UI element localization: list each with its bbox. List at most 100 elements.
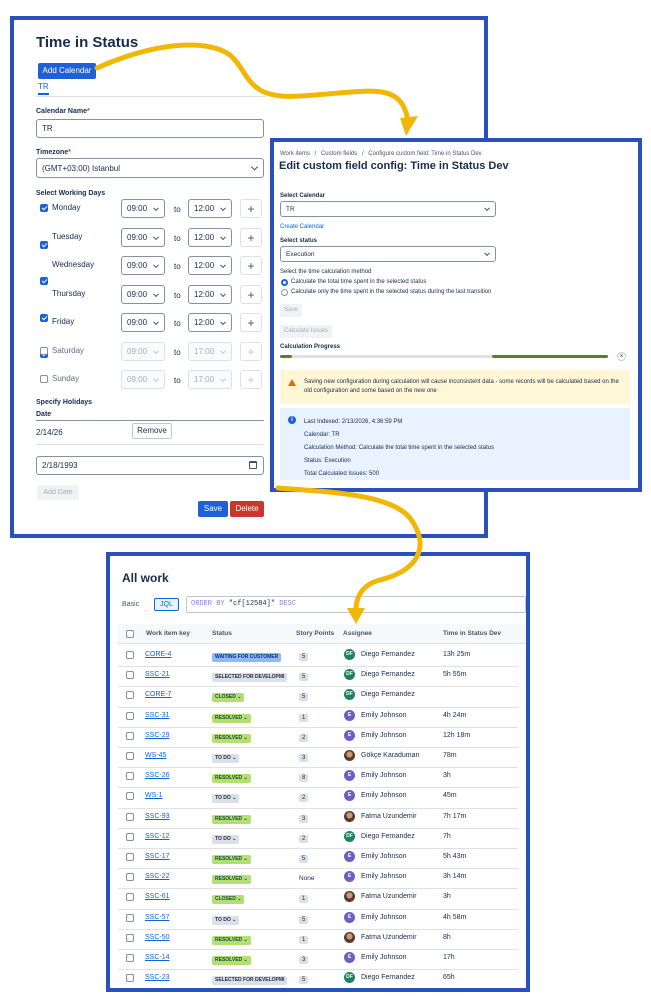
assignee-name[interactable]: Emily Johnson xyxy=(361,792,407,799)
row-checkbox[interactable] xyxy=(126,792,134,801)
row-checkbox[interactable] xyxy=(126,651,134,659)
create-calendar-link[interactable]: Create Calendar xyxy=(280,224,324,230)
row-checkbox[interactable] xyxy=(126,893,134,902)
day-checkbox[interactable] xyxy=(40,241,48,249)
start-time-select[interactable]: 09:00 xyxy=(121,370,165,389)
assignee-name[interactable]: Emily Johnson xyxy=(361,732,407,739)
work-item-key-link[interactable]: SSC-93 xyxy=(145,813,170,820)
row-checkbox[interactable] xyxy=(126,772,134,781)
row-checkbox[interactable] xyxy=(126,671,134,680)
day-checkbox[interactable] xyxy=(40,204,48,212)
row-checkbox[interactable] xyxy=(126,873,134,882)
row-checkbox[interactable] xyxy=(126,913,134,922)
cancel-calculation-icon[interactable]: × xyxy=(617,352,626,361)
work-item-key-link[interactable]: SSC-23 xyxy=(145,974,170,981)
status-lozenge[interactable]: RESOLVED ⌄ xyxy=(212,713,251,723)
status-lozenge[interactable]: TO DO ⌄ xyxy=(212,794,240,804)
select-all-checkbox[interactable] xyxy=(126,630,134,638)
assignee-name[interactable]: Emily Johnson xyxy=(361,853,407,860)
add-time-range-icon[interactable]: + xyxy=(240,256,262,275)
row-checkbox[interactable] xyxy=(126,691,134,700)
add-time-range-icon[interactable]: + xyxy=(240,370,262,389)
work-item-key-link[interactable]: SSC-50 xyxy=(145,934,170,941)
day-checkbox[interactable] xyxy=(40,277,48,285)
config-save-button[interactable]: Save xyxy=(280,304,302,317)
basic-search-toggle[interactable]: Basic xyxy=(122,601,139,608)
status-lozenge[interactable]: TO DO ⌄ xyxy=(212,915,240,925)
day-checkbox[interactable] xyxy=(40,375,48,383)
work-item-key-link[interactable]: SSC-61 xyxy=(145,893,170,900)
status-select[interactable]: Execution xyxy=(280,246,496,262)
add-date-button[interactable]: Add Date xyxy=(37,485,79,500)
start-time-select[interactable]: 09:00 xyxy=(121,256,165,275)
column-header-status[interactable]: Status xyxy=(212,630,232,637)
work-item-key-link[interactable]: CORE-7 xyxy=(145,691,171,698)
day-checkbox[interactable] xyxy=(40,347,48,355)
jql-query-input[interactable]: ORDER BY "cf[12584]" DESC xyxy=(186,596,526,613)
assignee-name[interactable]: Emily Johnson xyxy=(361,873,407,880)
work-item-key-link[interactable]: SSC-22 xyxy=(145,873,170,880)
save-button[interactable]: Save xyxy=(198,501,228,517)
start-time-select[interactable]: 09:00 xyxy=(121,342,165,361)
status-lozenge[interactable]: TO DO ⌄ xyxy=(212,834,240,844)
assignee-name[interactable]: Diego Fernandez xyxy=(361,671,415,678)
status-lozenge[interactable]: RESOLVED ⌄ xyxy=(212,733,251,743)
status-lozenge[interactable]: WAITING FOR CUSTOMER xyxy=(212,653,282,662)
assignee-name[interactable]: Diego Fernandez xyxy=(361,651,415,658)
tab-tr[interactable]: TR xyxy=(38,82,49,95)
assignee-name[interactable]: Emily Johnson xyxy=(361,772,407,779)
status-lozenge[interactable]: RESOLVED ⌄ xyxy=(212,956,251,965)
assignee-name[interactable]: Diego Fernandez xyxy=(361,974,415,981)
timezone-select[interactable]: (GMT+03:00) Istanbul xyxy=(36,158,264,178)
assignee-name[interactable]: Emily Johnson xyxy=(361,914,407,921)
status-lozenge[interactable]: RESOLVED ⌄ xyxy=(212,814,251,824)
assignee-name[interactable]: Emily Johnson xyxy=(361,712,407,719)
assignee-name[interactable]: Fatma Uzundemir xyxy=(361,934,417,941)
remove-holiday-button[interactable]: Remove xyxy=(132,423,172,439)
row-checkbox[interactable] xyxy=(126,812,134,821)
status-lozenge[interactable]: RESOLVED ⌄ xyxy=(212,774,251,784)
status-lozenge[interactable]: SELECTED FOR DEVELOPMI xyxy=(212,673,288,683)
column-header-story-points[interactable]: Story Points xyxy=(296,630,334,637)
add-time-range-icon[interactable]: + xyxy=(240,342,262,361)
breadcrumb-item-configure[interactable]: Configure custom field: Time in Status D… xyxy=(368,151,481,157)
calendar-name-input[interactable]: TR xyxy=(36,119,264,138)
assignee-name[interactable]: Fatma Uzundemir xyxy=(361,813,417,820)
row-checkbox[interactable] xyxy=(126,853,134,861)
work-item-key-link[interactable]: SSC-17 xyxy=(145,853,170,860)
column-header-assignee[interactable]: Assignee xyxy=(343,630,372,637)
end-time-select[interactable]: 12:00 xyxy=(188,313,232,332)
status-lozenge[interactable]: RESOLVED ⌄ xyxy=(212,935,251,945)
end-time-select[interactable]: 12:00 xyxy=(188,256,232,275)
work-item-key-link[interactable]: SSC-31 xyxy=(145,712,170,719)
assignee-name[interactable]: Diego Fernandez xyxy=(361,833,415,840)
jql-search-toggle[interactable]: JQL xyxy=(154,598,179,611)
work-item-key-link[interactable]: WS-1 xyxy=(145,792,163,799)
status-lozenge[interactable]: CLOSED ⌄ xyxy=(212,895,245,905)
delete-button[interactable]: Delete xyxy=(230,501,264,517)
calendar-icon[interactable] xyxy=(249,461,257,469)
work-item-key-link[interactable]: CORE-4 xyxy=(145,651,171,658)
breadcrumb-item-work-items[interactable]: Work items xyxy=(280,151,310,157)
assignee-name[interactable]: Emily Johnson xyxy=(361,954,407,961)
status-lozenge[interactable]: RESOLVED ⌄ xyxy=(212,855,251,864)
breadcrumb-item-custom-fields[interactable]: Custom fields xyxy=(321,151,357,157)
assignee-name[interactable]: Fatma Uzundemir xyxy=(361,893,417,900)
work-item-key-link[interactable]: SSC-21 xyxy=(145,671,170,678)
end-time-select[interactable]: 12:00 xyxy=(188,199,232,218)
work-item-key-link[interactable]: SSC-12 xyxy=(145,833,170,840)
start-time-select[interactable]: 09:00 xyxy=(121,313,165,332)
start-time-select[interactable]: 09:00 xyxy=(121,199,165,218)
method-total-radio[interactable] xyxy=(281,279,288,286)
calendar-select[interactable]: TR xyxy=(280,201,496,217)
end-time-select[interactable]: 12:00 xyxy=(188,228,232,247)
row-checkbox[interactable] xyxy=(126,933,134,942)
row-checkbox[interactable] xyxy=(126,752,134,760)
start-time-select[interactable]: 09:00 xyxy=(121,285,165,304)
end-time-select[interactable]: 12:00 xyxy=(188,285,232,304)
end-time-select[interactable]: 17:00 xyxy=(188,370,232,389)
status-lozenge[interactable]: RESOLVED ⌄ xyxy=(212,875,251,885)
column-header-time-in-status[interactable]: Time in Status Dev xyxy=(443,630,501,637)
column-header-key[interactable]: Work item key xyxy=(146,630,190,637)
assignee-name[interactable]: Gökçe Karaduman xyxy=(361,752,419,759)
